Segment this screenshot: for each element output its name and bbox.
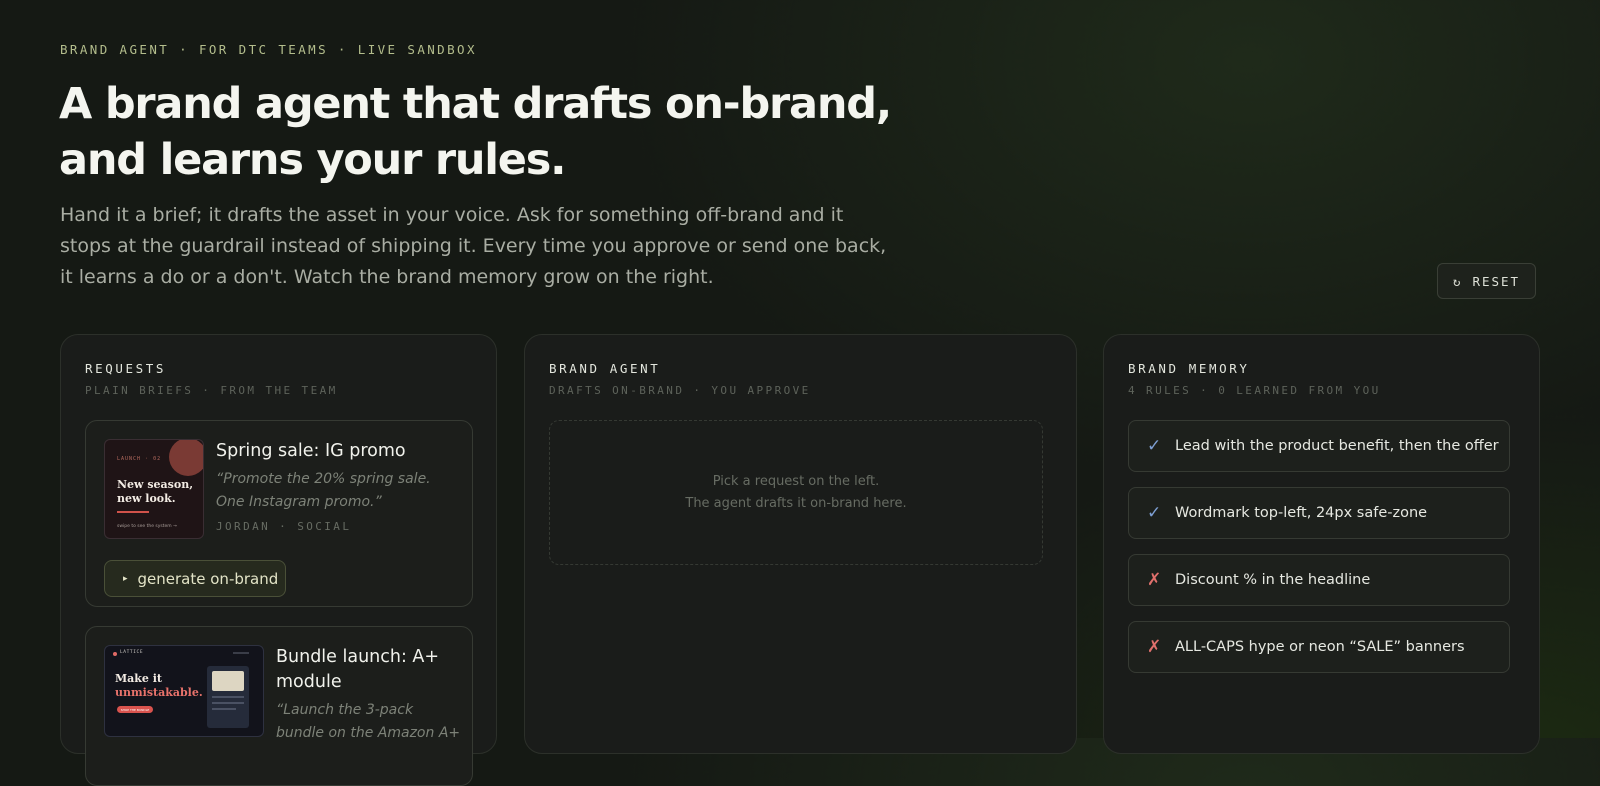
thumb-product-line bbox=[212, 702, 244, 704]
thumb-eyebrow: LAUNCH · 02 bbox=[117, 456, 162, 462]
check-icon: ✓ bbox=[1147, 436, 1162, 456]
requests-panel: REQUESTS PLAIN BRIEFS · FROM THE TEAM LA… bbox=[60, 334, 497, 786]
rule-text: Lead with the product benefit, then the … bbox=[1175, 438, 1499, 454]
memory-title: BRAND MEMORY bbox=[1128, 361, 1250, 376]
cross-icon: ✗ bbox=[1147, 637, 1162, 657]
thumb-cta: SHOP THE BUNDLE bbox=[117, 706, 153, 713]
rule-text: ALL-CAPS hype or neon “SALE” banners bbox=[1175, 639, 1465, 655]
request-quote: “Launch the 3-pack bundle on the Amazon … bbox=[276, 702, 461, 741]
reset-label: RESET bbox=[1472, 273, 1521, 289]
empty-line-2: The agent drafts it on-brand here. bbox=[685, 495, 907, 511]
memory-rule-dont: ✗ ALL-CAPS hype or neon “SALE” banners bbox=[1128, 621, 1510, 673]
thumb-product-line bbox=[212, 696, 244, 698]
bundle-launch-thumbnail: LATTICE Make it unmistakable. SHOP THE B… bbox=[104, 645, 264, 737]
thumb-product-image bbox=[212, 671, 244, 691]
thumb-product-line bbox=[212, 708, 236, 710]
requests-title: REQUESTS bbox=[85, 361, 167, 376]
rule-text: Discount % in the headline bbox=[1175, 572, 1371, 588]
generate-on-brand-button[interactable]: ▸ generate on-brand bbox=[104, 560, 286, 597]
rule-text: Wordmark top-left, 24px safe-zone bbox=[1175, 505, 1428, 521]
memory-subtitle: 4 RULES · 0 LEARNED FROM YOU bbox=[1128, 384, 1381, 397]
hero-eyebrow: BRAND AGENT · FOR DTC TEAMS · LIVE SANDB… bbox=[60, 42, 477, 57]
thumb-product-card bbox=[207, 666, 249, 728]
request-meta: JORDAN · SOCIAL bbox=[216, 520, 352, 533]
refresh-icon: ↻ bbox=[1452, 273, 1463, 289]
requests-subtitle: PLAIN BRIEFS · FROM THE TEAM bbox=[85, 384, 338, 397]
spring-sale-thumbnail: LAUNCH · 02 New season, new look. swipe … bbox=[104, 439, 204, 539]
agent-empty-state: Pick a request on the left. The agent dr… bbox=[549, 420, 1043, 565]
empty-line-1: Pick a request on the left. bbox=[712, 473, 880, 489]
request-title: Spring sale: IG promo bbox=[216, 441, 406, 461]
thumb-brand-dot bbox=[113, 652, 117, 656]
request-card-bundle-launch[interactable]: LATTICE Make it unmistakable. SHOP THE B… bbox=[85, 626, 473, 786]
thumb-brand: LATTICE bbox=[120, 650, 144, 655]
brand-memory-panel: BRAND MEMORY 4 RULES · 0 LEARNED FROM YO… bbox=[1103, 334, 1540, 754]
agent-subtitle: DRAFTS ON-BRAND · YOU APPROVE bbox=[549, 384, 811, 397]
reset-button[interactable]: ↻ RESET bbox=[1437, 263, 1536, 299]
hero-lede: Hand it a brief; it drafts the asset in … bbox=[60, 204, 887, 288]
thumb-headline-2: new look. bbox=[117, 492, 176, 505]
thumb-underline bbox=[117, 511, 149, 513]
thumb-footer: swipe to see the system → bbox=[117, 524, 177, 529]
request-quote: “Promote the 20% spring sale. One Instag… bbox=[216, 471, 431, 510]
thumb-circle bbox=[169, 440, 203, 476]
play-icon: ▸ bbox=[123, 573, 128, 584]
page-title: A brand agent that drafts on-brand, and … bbox=[59, 79, 892, 185]
request-title: Bundle launch: A+ module bbox=[276, 647, 440, 692]
memory-rule-dont: ✗ Discount % in the headline bbox=[1128, 554, 1510, 606]
thumb-cta-label: SHOP THE BUNDLE bbox=[120, 707, 150, 712]
agent-title: BRAND AGENT bbox=[549, 361, 661, 376]
check-icon: ✓ bbox=[1147, 503, 1162, 523]
memory-rule-do: ✓ Lead with the product benefit, then th… bbox=[1128, 420, 1510, 472]
thumb-nav-line bbox=[233, 652, 249, 654]
cross-icon: ✗ bbox=[1147, 570, 1162, 590]
thumb-headline-2: unmistakable. bbox=[115, 686, 203, 699]
thumb-headline-1: New season, bbox=[117, 478, 194, 491]
request-card-spring-sale[interactable]: LAUNCH · 02 New season, new look. swipe … bbox=[85, 420, 473, 607]
memory-rule-do: ✓ Wordmark top-left, 24px safe-zone bbox=[1128, 487, 1510, 539]
brand-agent-panel: BRAND AGENT DRAFTS ON-BRAND · YOU APPROV… bbox=[524, 334, 1077, 754]
generate-label: generate on-brand bbox=[137, 569, 279, 588]
thumb-headline-1: Make it bbox=[115, 672, 163, 685]
